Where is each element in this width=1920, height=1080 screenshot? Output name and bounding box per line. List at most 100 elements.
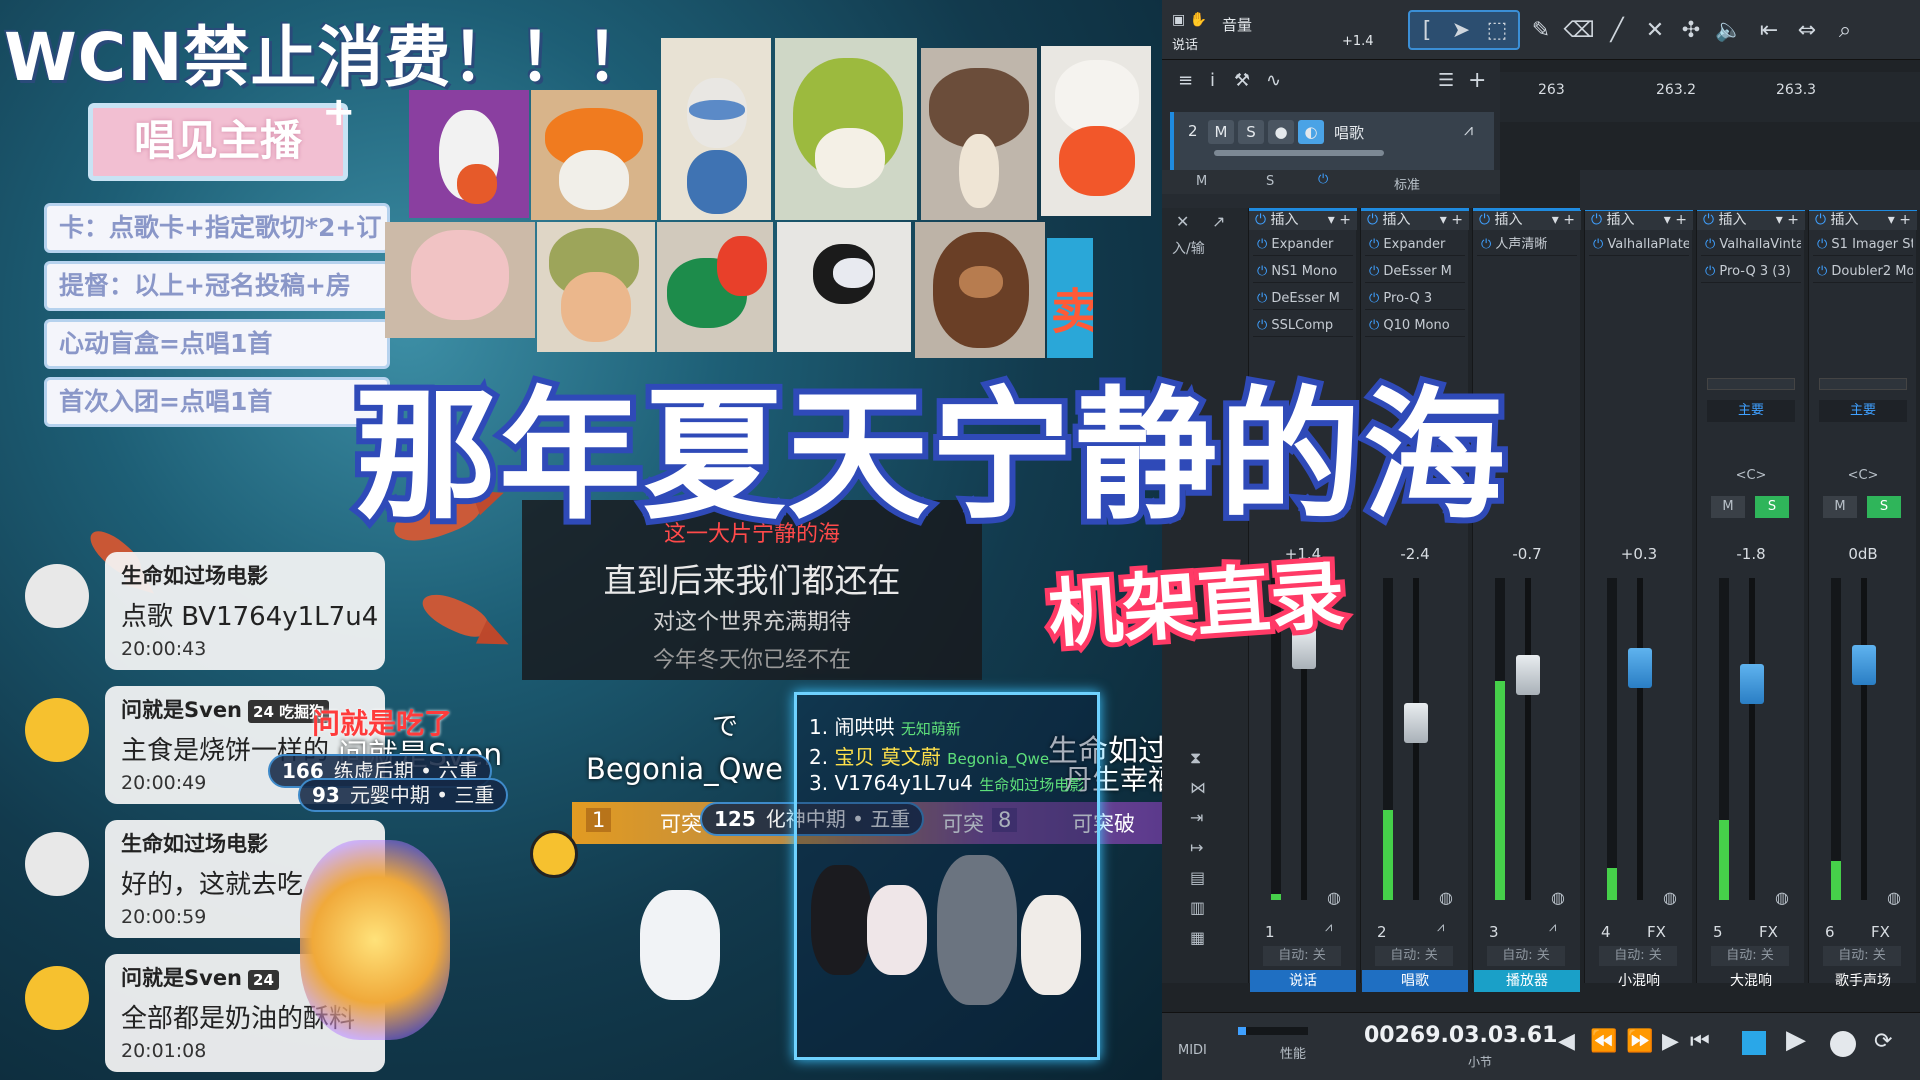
expand-icon[interactable]: ↗ <box>1212 212 1225 231</box>
fast-forward-icon[interactable]: ⏩ <box>1626 1029 1653 1054</box>
bus-label[interactable]: 主要 <box>1707 400 1795 422</box>
return-zero-icon[interactable]: ⏮ <box>1690 1029 1710 1054</box>
bus-label[interactable]: 主要 <box>1819 400 1907 422</box>
prev-marker-icon[interactable]: ◀ <box>1558 1029 1575 1054</box>
rewind-icon[interactable]: ⏪ <box>1590 1029 1617 1054</box>
panel-toggle-icon[interactable]: ◍ <box>1775 888 1789 907</box>
automation-icon[interactable]: ∿ <box>1266 70 1281 91</box>
insert-header[interactable]: ⏻ 插入 ▾ + <box>1249 208 1357 230</box>
record-button[interactable] <box>1830 1031 1856 1057</box>
panel-toggle-icon[interactable]: ◍ <box>1551 888 1565 907</box>
automation-select[interactable]: 自动: 关 <box>1375 946 1453 966</box>
mute-button[interactable]: M <box>1823 496 1857 518</box>
insert-slot[interactable]: ⏻ ValhallaVinta <box>1701 234 1801 256</box>
route-in-icon[interactable]: ⇥ <box>1190 808 1203 827</box>
volume-fader[interactable] <box>1740 664 1764 705</box>
meter-icon[interactable]: ▦ <box>1190 928 1205 947</box>
snap-icon[interactable]: ⇤ <box>1752 14 1786 48</box>
insert-header[interactable]: ⏻ 插入 ▾ + <box>1697 208 1805 230</box>
loop-icon[interactable]: ⟳ <box>1874 1029 1892 1054</box>
search-icon[interactable]: ⌕ <box>1828 14 1862 48</box>
channel-name[interactable]: 唱歌 <box>1362 970 1468 992</box>
mode-select[interactable]: 标准 <box>1394 174 1420 193</box>
channel-name[interactable]: 大混响 <box>1698 970 1804 992</box>
bowtie-icon[interactable]: ⋈ <box>1190 778 1206 797</box>
insert-slot[interactable]: ⏻ DeEsser M <box>1253 288 1353 310</box>
volume-fader[interactable] <box>1516 654 1540 695</box>
panel-toggle-icon[interactable]: ◍ <box>1887 888 1901 907</box>
speaker-icon[interactable]: 🔈 <box>1712 14 1746 48</box>
solo-button[interactable]: S <box>1238 120 1264 144</box>
insert-slot[interactable]: ⏻ Expander <box>1365 234 1465 256</box>
track-volume-bar[interactable] <box>1214 150 1384 156</box>
record-button[interactable]: ● <box>1268 120 1294 144</box>
insert-slot[interactable]: ⏻ S1 Imager St <box>1813 234 1913 256</box>
track-header[interactable]: 2 M S ● ◐ 唱歌 ⩘ <box>1170 112 1494 170</box>
route-out-icon[interactable]: ↦ <box>1190 838 1203 857</box>
hourglass-icon[interactable]: ⧗ <box>1190 748 1201 768</box>
menu-icon[interactable]: ≡ <box>1178 70 1193 91</box>
pan-center[interactable]: <C> <box>1697 468 1805 483</box>
mute-tool-icon[interactable]: ✕ <box>1638 14 1672 48</box>
add-track-icon[interactable]: + <box>1468 68 1486 93</box>
insert-slot[interactable]: ⏻ DeEsser M <box>1365 261 1465 283</box>
arrow-tool-icon[interactable]: ➤ <box>1444 14 1478 48</box>
automation-select[interactable]: 自动: 关 <box>1599 946 1677 966</box>
mute-button[interactable]: M <box>1711 496 1745 518</box>
insert-slot[interactable]: ⏻ Pro-Q 3 <box>1365 288 1465 310</box>
volume-fader[interactable] <box>1404 702 1428 743</box>
insert-slot[interactable]: ⏻ Pro-Q 3 (3) <box>1701 261 1801 283</box>
info-icon[interactable]: i <box>1210 70 1215 91</box>
insert-header[interactable]: ⏻ 插入 ▾ + <box>1809 208 1917 230</box>
automation-select[interactable]: 自动: 关 <box>1823 946 1901 966</box>
volume-fader[interactable] <box>1628 648 1652 689</box>
automation-select[interactable]: 自动: 关 <box>1263 946 1341 966</box>
pencil-tool-icon[interactable]: ✎ <box>1524 14 1558 48</box>
insert-slot[interactable]: ⏻ 人声清晰 <box>1477 234 1577 256</box>
bracket-icon[interactable]: [ <box>1410 14 1444 48</box>
solo-label[interactable]: S <box>1266 174 1274 189</box>
wrench-icon[interactable]: ⚒ <box>1234 70 1250 91</box>
mute-label[interactable]: M <box>1196 174 1207 189</box>
range-tool-icon[interactable]: ⬚ <box>1480 14 1514 48</box>
insert-slot[interactable]: ⏻ ValhallaPlate <box>1589 234 1689 256</box>
mute-button[interactable]: M <box>1208 120 1234 144</box>
timeline-ruler[interactable]: 263 263.2 263.3 <box>1500 72 1920 122</box>
channel-name[interactable]: 歌手声场 <box>1810 970 1916 992</box>
channel-name[interactable]: 播放器 <box>1474 970 1580 992</box>
eraser-tool-icon[interactable]: ⌫ <box>1562 14 1596 48</box>
keyboard-icon[interactable]: ▥ <box>1190 898 1205 917</box>
next-marker-icon[interactable]: ▶ <box>1662 1029 1679 1054</box>
insert-slot[interactable]: ⏻ Expander <box>1253 234 1353 256</box>
solo-button[interactable]: S <box>1755 496 1789 518</box>
split-tool-icon[interactable]: ✣ <box>1674 14 1708 48</box>
volume-fader[interactable] <box>1852 644 1876 685</box>
fit-icon[interactable]: ⇔ <box>1790 14 1824 48</box>
monitor-button[interactable]: ◐ <box>1298 120 1324 144</box>
automation-select[interactable]: 自动: 关 <box>1487 946 1565 966</box>
list-icon[interactable]: ☰ <box>1438 70 1454 91</box>
close-icon[interactable]: ✕ <box>1176 212 1189 231</box>
stop-button[interactable] <box>1742 1031 1766 1055</box>
panel-toggle-icon[interactable]: ◍ <box>1663 888 1677 907</box>
channel-name[interactable]: 说话 <box>1250 970 1356 992</box>
insert-header[interactable]: ⏻ 插入 ▾ + <box>1473 208 1581 230</box>
panel-toggle-icon[interactable]: ◍ <box>1327 888 1341 907</box>
insert-slot[interactable]: ⏻ Doubler2 Mo <box>1813 261 1913 283</box>
play-button[interactable]: ▶ <box>1786 1025 1806 1055</box>
insert-slot[interactable]: ⏻ NS1 Mono <box>1253 261 1353 283</box>
channel-name[interactable]: 小混响 <box>1586 970 1692 992</box>
insert-header[interactable]: ⏻ 插入 ▾ + <box>1361 208 1469 230</box>
insert-header[interactable]: ⏻ 插入 ▾ + <box>1585 208 1693 230</box>
pan-center[interactable]: <C> <box>1809 468 1917 483</box>
solo-button[interactable]: S <box>1867 496 1901 518</box>
insert-slot[interactable]: ⏻ SSLComp <box>1253 315 1353 337</box>
chat-text: 点歌 BV1764y1L7u4 <box>121 602 379 632</box>
rack-icon[interactable]: ▤ <box>1190 868 1205 887</box>
power-icon[interactable]: ⏻ <box>1318 172 1328 187</box>
insert-slot[interactable]: ⏻ Q10 Mono <box>1365 315 1465 337</box>
panel-toggle-icon[interactable]: ◍ <box>1439 888 1453 907</box>
paint-tool-icon[interactable]: ╱ <box>1600 14 1634 48</box>
time-unit[interactable]: 小节 <box>1468 1053 1492 1070</box>
automation-select[interactable]: 自动: 关 <box>1711 946 1789 966</box>
